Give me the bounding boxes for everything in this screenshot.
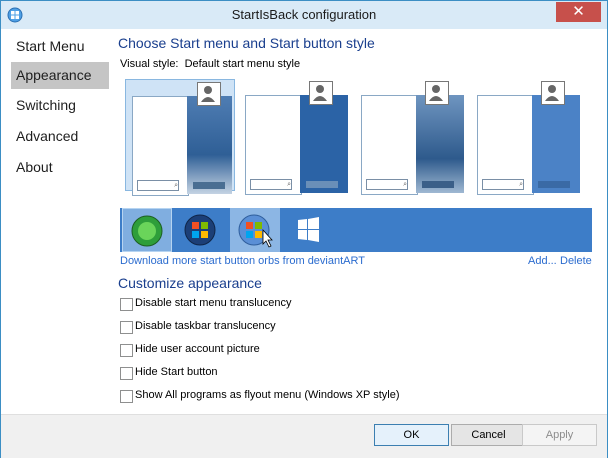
thumb-menu-right-pane xyxy=(300,95,348,193)
thumb-menu-right-pane xyxy=(187,96,232,194)
add-orb-link[interactable]: Add... xyxy=(528,255,557,267)
thumb-power-button xyxy=(306,181,338,188)
style-thumbnails: ⌕ ⌕ ⌕ ⌕ xyxy=(120,75,592,196)
sidebar-nav: Start Menu Appearance Switching Advanced… xyxy=(1,29,113,414)
content-area: Start Menu Appearance Switching Advanced… xyxy=(1,29,607,414)
appearance-panel: Choose Start menu and Start button style… xyxy=(118,29,598,414)
customize-heading: Customize appearance xyxy=(118,275,262,291)
thumb-menu-right-pane xyxy=(416,95,464,193)
visual-style-value: Default start menu style xyxy=(184,58,301,70)
thumb-menu-right-pane xyxy=(532,95,580,193)
option-label: Disable start menu translucency xyxy=(135,297,292,309)
user-silhouette-icon xyxy=(545,85,559,101)
sidebar-item-appearance[interactable]: Appearance xyxy=(11,62,109,89)
thumb-power-button xyxy=(538,181,570,188)
thumb-power-button xyxy=(193,182,225,189)
checkbox[interactable] xyxy=(120,321,133,334)
thumb-menu-left-pane: ⌕ xyxy=(361,95,418,195)
windows-7-orb-icon xyxy=(184,214,216,246)
user-picture-icon xyxy=(309,81,333,105)
visual-style-line: Visual style: Default start menu style xyxy=(120,58,300,70)
windows-7-orb-hover-icon xyxy=(238,214,273,248)
thumb-menu-left-pane: ⌕ xyxy=(477,95,534,195)
checkbox[interactable] xyxy=(120,298,133,311)
checkbox[interactable] xyxy=(120,367,133,380)
orb-windows-7-hover[interactable] xyxy=(230,208,280,252)
thumb-menu-left-pane: ⌕ xyxy=(245,95,302,195)
thumb-search-box: ⌕ xyxy=(250,179,292,190)
thumb-menu-left-pane: ⌕ xyxy=(132,96,189,196)
user-silhouette-icon xyxy=(313,85,327,101)
close-button[interactable]: ✕ xyxy=(556,2,601,22)
user-picture-icon xyxy=(425,81,449,105)
thumb-search-box: ⌕ xyxy=(482,179,524,190)
sidebar-item-switching[interactable]: Switching xyxy=(11,92,109,119)
title-bar[interactable]: StartIsBack configuration ✕ xyxy=(1,1,607,29)
thumb-search-box: ⌕ xyxy=(366,179,408,190)
style-thumbnail-windows-8[interactable]: ⌕ xyxy=(473,79,583,195)
user-silhouette-icon xyxy=(429,85,443,101)
delete-orb-link[interactable]: Delete xyxy=(560,255,592,267)
style-thumbnail-default[interactable]: ⌕ xyxy=(125,79,235,196)
style-thumbnail-windows-7[interactable]: ⌕ xyxy=(357,79,467,195)
sidebar-item-start-menu[interactable]: Start Menu xyxy=(11,33,109,60)
orb-windows-7[interactable] xyxy=(176,208,226,252)
user-silhouette-icon xyxy=(201,86,215,102)
thumb-power-button xyxy=(422,181,454,188)
user-picture-icon xyxy=(197,82,221,106)
option-label: Disable taskbar translucency xyxy=(135,320,276,332)
option-label: Hide Start button xyxy=(135,366,218,378)
config-window: StartIsBack configuration ✕ Start Menu A… xyxy=(0,0,608,458)
sidebar-item-about[interactable]: About xyxy=(11,154,109,181)
thumb-search-box: ⌕ xyxy=(137,180,179,191)
apply-button[interactable]: Apply xyxy=(522,424,597,446)
checkbox[interactable] xyxy=(120,390,133,403)
dialog-footer: OK Cancel Apply xyxy=(1,414,607,458)
download-orbs-link[interactable]: Download more start button orbs from dev… xyxy=(120,255,365,267)
start-orb-picker xyxy=(120,208,592,252)
orb-green[interactable] xyxy=(122,208,172,252)
option-label: Hide user account picture xyxy=(135,343,260,355)
window-title: StartIsBack configuration xyxy=(231,7,377,22)
close-icon: ✕ xyxy=(572,3,585,20)
visual-style-label: Visual style: xyxy=(120,58,179,70)
checkbox[interactable] xyxy=(120,344,133,357)
cancel-button[interactable]: Cancel xyxy=(451,424,526,446)
user-picture-icon xyxy=(541,81,565,105)
style-thumbnail-plain-aero[interactable]: ⌕ xyxy=(241,79,351,195)
ok-button[interactable]: OK xyxy=(374,424,449,446)
green-orb-icon xyxy=(131,215,163,247)
sidebar-item-advanced[interactable]: Advanced xyxy=(11,123,109,150)
windows-8-logo-icon xyxy=(298,217,319,242)
option-label: Show All programs as flyout menu (Window… xyxy=(135,389,400,401)
orb-windows-8[interactable] xyxy=(284,208,334,252)
style-heading: Choose Start menu and Start button style xyxy=(118,35,375,51)
